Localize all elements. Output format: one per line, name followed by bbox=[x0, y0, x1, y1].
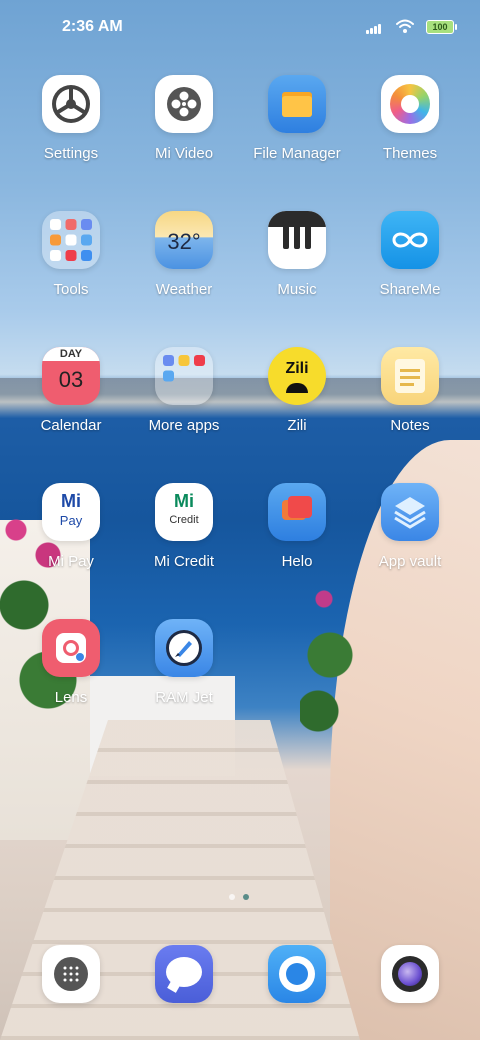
app-more-apps[interactable]: More apps bbox=[129, 347, 239, 434]
app-settings[interactable]: Settings bbox=[16, 75, 126, 162]
app-mi-credit[interactable]: Mi Credit Mi Credit bbox=[129, 483, 239, 570]
app-mi-video[interactable]: Mi Video bbox=[129, 75, 239, 162]
micredit-logo-top: Mi bbox=[174, 491, 194, 511]
app-label: Settings bbox=[43, 145, 99, 162]
micredit-logo-icon: Mi Credit bbox=[155, 483, 213, 541]
app-label: Lens bbox=[54, 689, 88, 706]
app-label: Music bbox=[277, 281, 317, 298]
color-wheel-icon bbox=[381, 75, 439, 133]
calendar-icon: DAY 03 bbox=[42, 347, 100, 405]
app-label: ShareMe bbox=[379, 281, 441, 298]
app-label: Calendar bbox=[40, 417, 102, 434]
app-label: File Manager bbox=[253, 145, 341, 162]
camera-lens-icon[interactable] bbox=[381, 945, 439, 1003]
messaging-bubble-icon[interactable] bbox=[155, 945, 213, 1003]
app-label: Zili bbox=[287, 417, 307, 434]
rocket-icon bbox=[155, 619, 213, 677]
folder-grid-icon bbox=[42, 211, 100, 269]
folder-grid-icon bbox=[155, 347, 213, 405]
app-tools[interactable]: Tools bbox=[16, 211, 126, 298]
folder-icon bbox=[268, 75, 326, 133]
page-dot-active[interactable] bbox=[243, 894, 249, 900]
calendar-day-label: DAY bbox=[59, 348, 83, 360]
infinity-icon bbox=[381, 211, 439, 269]
app-calendar[interactable]: DAY 03 Calendar bbox=[16, 347, 126, 434]
status-time: 2:36 AM bbox=[62, 18, 123, 35]
zili-logo-text: Zili bbox=[285, 360, 309, 377]
lens-icon bbox=[42, 619, 100, 677]
page-dot[interactable] bbox=[229, 894, 235, 900]
chat-bubble-icon bbox=[268, 483, 326, 541]
page-indicator bbox=[225, 894, 255, 902]
calendar-date: 03 bbox=[58, 367, 84, 392]
zili-logo-icon: Zili bbox=[268, 347, 326, 405]
weather-icon: 32° bbox=[155, 211, 213, 269]
mipay-logo-icon: Mi Pay bbox=[42, 483, 100, 541]
mipay-logo-top: Mi bbox=[61, 491, 81, 511]
weather-temperature: 32° bbox=[167, 229, 201, 254]
app-file-manager[interactable]: File Manager bbox=[242, 75, 352, 162]
app-zili[interactable]: Zili Zili bbox=[242, 347, 352, 434]
signal-icon bbox=[366, 22, 384, 34]
app-label: Notes bbox=[390, 417, 430, 434]
app-ram-jet[interactable]: RAM Jet bbox=[129, 619, 239, 706]
status-bar: 2:36 AM 100 bbox=[0, 0, 480, 56]
app-label: Mi Pay bbox=[48, 553, 94, 570]
layers-icon bbox=[381, 483, 439, 541]
app-label: Mi Credit bbox=[153, 553, 214, 570]
app-label: Weather bbox=[155, 281, 213, 298]
app-label: RAM Jet bbox=[155, 689, 213, 706]
micredit-logo-bottom: Credit bbox=[169, 514, 199, 526]
app-shareme[interactable]: ShareMe bbox=[355, 211, 465, 298]
app-label: App vault bbox=[378, 553, 442, 570]
app-mi-pay[interactable]: Mi Pay Mi Pay bbox=[16, 483, 126, 570]
piano-keys-icon bbox=[268, 211, 326, 269]
app-notes[interactable]: Notes bbox=[355, 347, 465, 434]
dialer-keypad-icon[interactable] bbox=[42, 945, 100, 1003]
app-label: Mi Video bbox=[154, 145, 214, 162]
app-label: Tools bbox=[53, 281, 89, 298]
app-app-vault[interactable]: App vault bbox=[355, 483, 465, 570]
battery-level: 100 bbox=[432, 22, 448, 32]
settings-gear-icon bbox=[42, 75, 100, 133]
app-label: Themes bbox=[382, 145, 438, 162]
app-lens[interactable]: Lens bbox=[16, 619, 126, 706]
app-themes[interactable]: Themes bbox=[355, 75, 465, 162]
app-label: Helo bbox=[281, 553, 313, 570]
browser-bubble-icon[interactable] bbox=[268, 945, 326, 1003]
app-helo[interactable]: Helo bbox=[242, 483, 352, 570]
wifi-icon bbox=[396, 19, 414, 33]
mipay-logo-bottom: Pay bbox=[59, 513, 83, 528]
notepad-icon bbox=[381, 347, 439, 405]
film-reel-icon bbox=[155, 75, 213, 133]
app-label: More apps bbox=[148, 417, 220, 434]
app-music[interactable]: Music bbox=[242, 211, 352, 298]
wallpaper-flowers bbox=[300, 575, 360, 735]
app-weather[interactable]: 32° Weather bbox=[129, 211, 239, 298]
battery-icon: 100 bbox=[426, 20, 457, 34]
